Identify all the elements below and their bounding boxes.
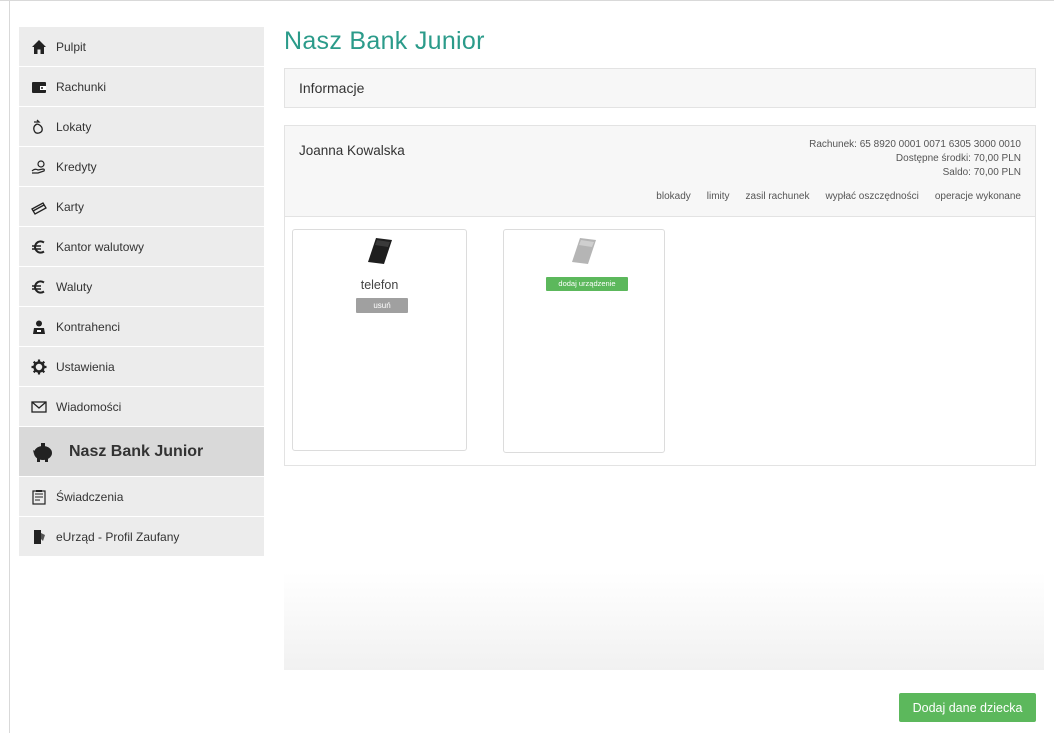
account-number: Rachunek: 65 8920 0001 0071 6305 3000 00… (809, 139, 1021, 150)
sidebar-item-label: Kantor walutowy (56, 239, 145, 254)
sidebar: Pulpit Rachunki Lokaty Kredyty Karty Kan… (19, 27, 264, 557)
envelope-icon (31, 399, 47, 415)
sidebar-item-nasz-bank-junior[interactable]: Nasz Bank Junior (19, 427, 264, 477)
account-actions: blokady limity zasil rachunek wypłać osz… (640, 191, 1021, 202)
device-name: telefon (360, 278, 399, 292)
sidebar-item-wiadomosci[interactable]: Wiadomości (19, 387, 264, 427)
euro-icon (31, 279, 47, 295)
sidebar-item-label: Wiadomości (56, 399, 122, 414)
sidebar-item-label: eUrząd - Profil Zaufany (56, 529, 180, 544)
sidebar-item-label: Karty (56, 199, 85, 214)
sidebar-item-label: Rachunki (56, 79, 107, 94)
sidebar-item-label: Nasz Bank Junior (69, 442, 204, 460)
sidebar-item-label: Waluty (56, 279, 93, 294)
sidebar-item-kontrahenci[interactable]: Kontrahenci (19, 307, 264, 347)
account-header: Joanna Kowalska Rachunek: 65 8920 0001 0… (285, 126, 1035, 217)
deposit-icon (31, 119, 47, 135)
link-zasil-rachunek[interactable]: zasil rachunek (746, 191, 810, 202)
phone-icon (366, 236, 394, 266)
gear-icon (31, 359, 47, 375)
sidebar-item-eurzad[interactable]: eUrząd - Profil Zaufany (19, 517, 264, 557)
available-funds: Dostępne środki: 70,00 PLN (895, 153, 1021, 164)
sidebar-item-waluty[interactable]: Waluty (19, 267, 264, 307)
info-label: Informacje (299, 80, 365, 96)
sidebar-item-pulpit[interactable]: Pulpit (19, 27, 264, 67)
add-device-card: dodaj urządzenie (503, 229, 665, 453)
sidebar-item-lokaty[interactable]: Lokaty (19, 107, 264, 147)
info-section-header[interactable]: Informacje (284, 68, 1036, 108)
sidebar-item-ustawienia[interactable]: Ustawienia (19, 347, 264, 387)
sidebar-item-label: Kredyty (56, 159, 97, 174)
sidebar-item-label: Świadczenia (56, 489, 124, 504)
sidebar-item-label: Pulpit (56, 39, 87, 54)
account-balance: Saldo: 70,00 PLN (942, 167, 1021, 178)
device-card: telefon usuń (292, 229, 467, 451)
page-title: Nasz Bank Junior (284, 27, 485, 55)
sidebar-item-swiadczenia[interactable]: Świadczenia (19, 477, 264, 517)
euro-icon (31, 239, 47, 255)
piggy-bank-icon (31, 440, 55, 464)
sidebar-item-rachunki[interactable]: Rachunki (19, 67, 264, 107)
account-holder-name: Joanna Kowalska (299, 143, 405, 158)
sidebar-item-karty[interactable]: Karty (19, 187, 264, 227)
phone-placeholder-icon (570, 236, 598, 266)
sidebar-item-kredyty[interactable]: Kredyty (19, 147, 264, 187)
child-account-panel: Joanna Kowalska Rachunek: 65 8920 0001 0… (284, 125, 1036, 466)
add-child-data-button[interactable]: Dodaj dane dziecka (899, 693, 1036, 722)
wallet-icon (31, 79, 47, 95)
account-summary: Rachunek: 65 8920 0001 0071 6305 3000 00… (809, 138, 1021, 180)
sidebar-item-label: Ustawienia (56, 359, 115, 374)
remove-device-button[interactable]: usuń (356, 298, 408, 313)
link-limity[interactable]: limity (707, 191, 730, 202)
window-top-border (0, 0, 1054, 1)
empty-content-area (284, 572, 1044, 670)
contacts-icon (31, 319, 47, 335)
eurzad-icon (31, 529, 47, 545)
link-blokady[interactable]: blokady (656, 191, 690, 202)
credit-hand-icon (31, 159, 47, 175)
home-icon (31, 39, 47, 55)
benefits-icon (31, 489, 47, 505)
card-icon (31, 199, 47, 215)
link-operacje-wykonane[interactable]: operacje wykonane (935, 191, 1021, 202)
add-device-button[interactable]: dodaj urządzenie (546, 277, 628, 291)
sidebar-item-label: Lokaty (56, 119, 92, 134)
link-wyplac-oszczednosci[interactable]: wypłać oszczędności (825, 191, 918, 202)
window-left-border (9, 0, 10, 733)
sidebar-item-label: Kontrahenci (56, 319, 121, 334)
sidebar-item-kantor-walutowy[interactable]: Kantor walutowy (19, 227, 264, 267)
